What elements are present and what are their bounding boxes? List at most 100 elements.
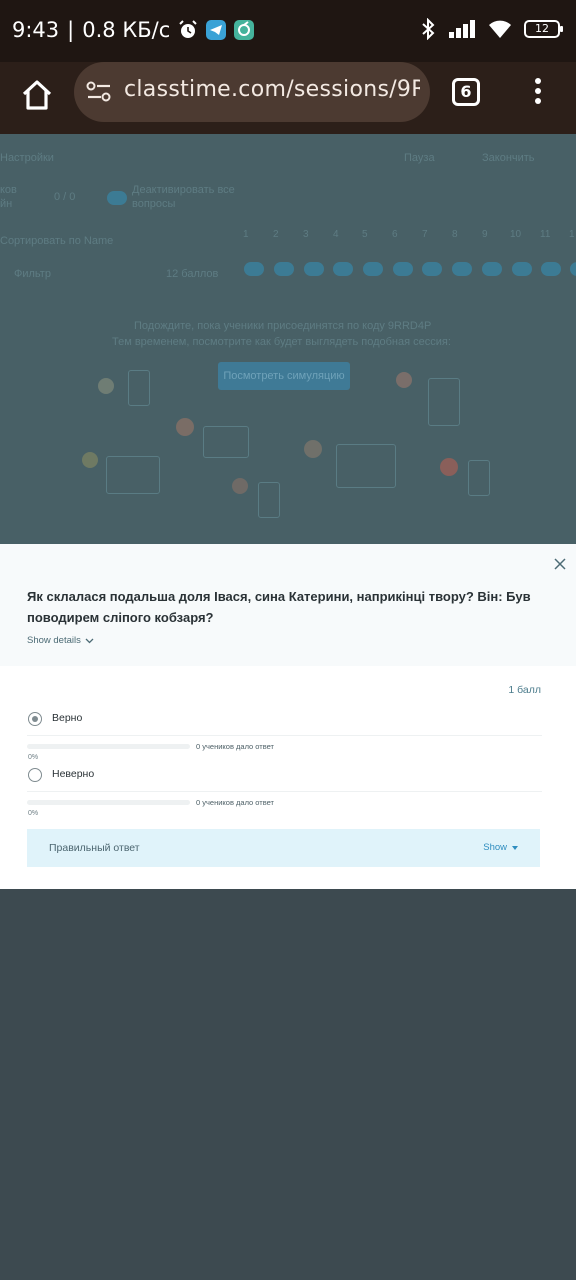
bluetooth-icon [422,18,435,40]
bg-points-total: 12 баллов [166,268,219,280]
answer-percent: 0% [28,810,39,817]
bg-illustration-person [232,478,248,494]
bg-question-toggle [452,262,472,276]
status-right: 12 [420,18,563,40]
correct-answer-panel: Правильный ответ Show [27,829,540,867]
bg-illustration-person [440,458,458,476]
url-bar[interactable]: classtime.com/sessions/9RRD' [74,62,430,122]
answer-progress-bar [27,800,190,805]
bg-question-number: 5 [362,229,368,240]
bg-illustration-person [304,440,322,458]
bg-question-number: 1 [243,229,249,240]
bg-question-toggle [422,262,442,276]
bg-illustration-person [98,378,114,394]
bg-illustration-tablet [428,378,460,426]
question-text: Як склалася подальша доля Івася, сина Ка… [27,589,531,625]
bg-question-number: 7 [422,229,428,240]
chevron-down-icon [85,638,94,643]
battery-icon: 12 [524,20,563,38]
correct-answer-label: Правильный ответ [49,842,140,854]
bg-question-toggle [244,262,264,276]
bg-question-number: 3 [303,229,309,240]
answer-radio[interactable] [28,768,42,782]
caret-down-icon [512,845,518,850]
bg-illustration-laptop [203,426,249,458]
bg-students-label: ков [0,184,17,196]
bg-meanwhile-message: Тем временем, посмотрите как будет выгля… [112,336,451,348]
bg-illustration-phone [258,482,280,518]
bg-question-number: 2 [273,229,279,240]
answer-label: Верно [52,712,83,724]
bg-deactivate-label-2: вопросы [132,198,176,210]
bg-question-number: 10 [510,229,522,240]
answer-progress-bar [27,744,190,749]
bg-question-toggle [333,262,353,276]
bg-illustration-person [82,452,98,468]
bg-question-toggle [393,262,413,276]
bg-pause-button: Пауза [404,152,435,164]
bg-deactivate-toggle [107,191,127,205]
bg-illustration-person [396,372,412,388]
divider [27,791,542,792]
bg-question-number: 8 [452,229,458,240]
bg-illustration-laptop [106,456,160,494]
show-correct-answer-button[interactable]: Show [483,842,518,853]
bg-question-number: 1 [569,229,575,240]
show-label[interactable]: Show [483,842,507,853]
bg-deactivate-label: Деактивировать все [132,184,235,196]
bg-finish-button: Закончить [482,152,535,164]
browser-menu-icon[interactable] [530,78,546,108]
status-left: 9:43 | 0.8 КБ/с [12,18,255,42]
status-bar: 9:43 | 0.8 КБ/с 12 [0,0,576,62]
bg-question-toggle [304,262,324,276]
background-page: Настройки Пауза Закончить ков йн 0 / 0 Д… [0,134,576,544]
status-separator: | [67,18,75,42]
overlay-backdrop[interactable] [0,889,576,1280]
alarm-icon [179,20,197,38]
signal-icon [449,20,475,38]
answer-radio[interactable] [28,712,42,726]
bg-question-toggle [363,262,383,276]
bg-sort-dropdown: Сортировать по Name [0,235,114,247]
answer-count: 0 учеников дало ответ [196,742,274,751]
bg-students-label-2: йн [0,198,13,210]
bg-question-number: 6 [392,229,398,240]
show-details-label[interactable]: Show details [27,635,81,646]
telegram-icon [206,20,227,40]
bg-illustration-phone [128,370,150,406]
question-points: 1 балл [508,684,541,696]
bg-question-number: 9 [482,229,488,240]
site-settings-icon[interactable] [86,80,112,104]
clock: 9:43 [12,18,60,42]
bg-students-count: 0 / 0 [54,191,76,203]
battery-level: 12 [535,22,549,35]
bg-illustration-person [176,418,194,436]
bg-question-number: 11 [540,229,551,240]
answer-percent: 0% [28,754,39,761]
network-speed: 0.8 КБ/с [82,18,171,42]
bg-illustration-phone [468,460,490,496]
bg-question-toggle [274,262,294,276]
tab-switcher-button[interactable]: 6 [452,78,480,106]
app-icon [234,20,255,40]
show-details-toggle[interactable]: Show details [27,635,94,646]
answer-label: Неверно [52,768,95,780]
bg-question-number: 4 [333,229,339,240]
url-text[interactable]: classtime.com/sessions/9RRD' [124,77,420,102]
close-icon[interactable] [550,554,570,574]
modal-header: Як склалася подальша доля Івася, сина Ка… [0,544,576,666]
question-stats-modal: Як склалася подальша доля Івася, сина Ка… [0,544,576,889]
bg-illustration-laptop [336,444,396,488]
divider [27,735,542,736]
bg-question-toggle [570,262,576,276]
bg-filter-dropdown: Фильтр [14,268,51,280]
answer-count: 0 учеников дало ответ [196,798,274,807]
bg-wait-message: Подождите, пока ученики присоединятся по… [134,320,432,332]
bg-question-toggle [482,262,502,276]
home-icon[interactable] [18,76,56,114]
browser-toolbar: classtime.com/sessions/9RRD' 6 [0,62,576,134]
bg-question-toggle [512,262,532,276]
wifi-icon [489,20,511,38]
bg-settings-link: Настройки [0,152,54,164]
bg-question-toggle [541,262,561,276]
